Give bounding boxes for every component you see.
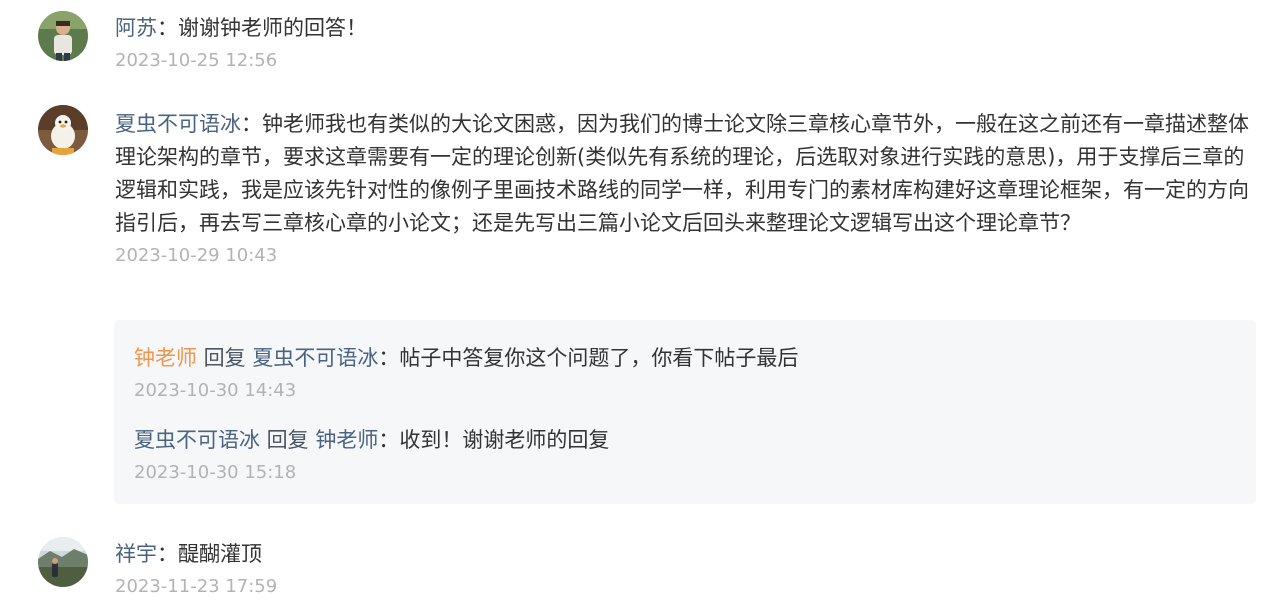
author-name[interactable]: 祥宇 [115, 542, 157, 566]
reply-time: 2023-10-30 15:18 [134, 462, 297, 483]
separator: ： [157, 542, 178, 566]
comment-time: 2023-10-29 10:43 [115, 245, 278, 266]
reply-item: 钟老师 回复 夏虫不可语冰：帖子中答复你这个问题了，你看下帖子最后 2023-1… [134, 342, 1236, 403]
reply-label: 回复 [197, 346, 253, 370]
reply-content: 帖子中答复你这个问题了，你看下帖子最后 [399, 346, 799, 370]
avatar[interactable] [38, 105, 88, 155]
comment-time: 2023-11-23 17:59 [115, 576, 278, 597]
comment-text: 祥宇：醍醐灌顶 [115, 538, 1252, 571]
separator: ： [378, 346, 400, 370]
reply-label: 回复 [260, 428, 316, 452]
duck-avatar-icon [38, 105, 88, 155]
avatar[interactable] [38, 537, 88, 587]
reply-author-name[interactable]: 夏虫不可语冰 [134, 428, 260, 452]
author-name[interactable]: 阿苏 [115, 16, 157, 40]
comment-content: 谢谢钟老师的回答！ [178, 16, 367, 40]
reply-item: 夏虫不可语冰 回复 钟老师：收到！谢谢老师的回复 2023-10-30 15:1… [134, 424, 1236, 485]
landscape-photo-icon [38, 537, 88, 587]
comment-time: 2023-10-25 12:56 [115, 50, 278, 71]
author-name[interactable]: 夏虫不可语冰 [115, 112, 241, 136]
reply-content: 收到！谢谢老师的回复 [399, 428, 610, 452]
comment-content: 醍醐灌顶 [178, 542, 262, 566]
avatar[interactable] [38, 11, 88, 61]
reply-thread: 钟老师 回复 夏虫不可语冰：帖子中答复你这个问题了，你看下帖子最后 2023-1… [114, 320, 1256, 504]
person-photo-icon [38, 11, 88, 61]
separator: ： [378, 428, 400, 452]
reply-target-name[interactable]: 夏虫不可语冰 [252, 346, 378, 370]
comment-content: 钟老师我也有类似的大论文困惑，因为我们的博士论文除三章核心章节外，一般在这之前还… [115, 112, 1249, 235]
reply-text: 夏虫不可语冰 回复 钟老师：收到！谢谢老师的回复 [134, 424, 1236, 457]
comment-text: 阿苏：谢谢钟老师的回答！ [115, 12, 1252, 45]
reply-author-name[interactable]: 钟老师 [134, 346, 197, 370]
reply-time: 2023-10-30 14:43 [134, 380, 297, 401]
reply-text: 钟老师 回复 夏虫不可语冰：帖子中答复你这个问题了，你看下帖子最后 [134, 342, 1236, 375]
comment-text: 夏虫不可语冰：钟老师我也有类似的大论文困惑，因为我们的博士论文除三章核心章节外，… [115, 108, 1252, 240]
separator: ： [241, 112, 262, 136]
comment-list: 阿苏：谢谢钟老师的回答！ 2023-10-25 12:56 夏虫不可语冰：钟老师… [0, 0, 1280, 614]
reply-target-name[interactable]: 钟老师 [315, 428, 378, 452]
separator: ： [157, 16, 178, 40]
